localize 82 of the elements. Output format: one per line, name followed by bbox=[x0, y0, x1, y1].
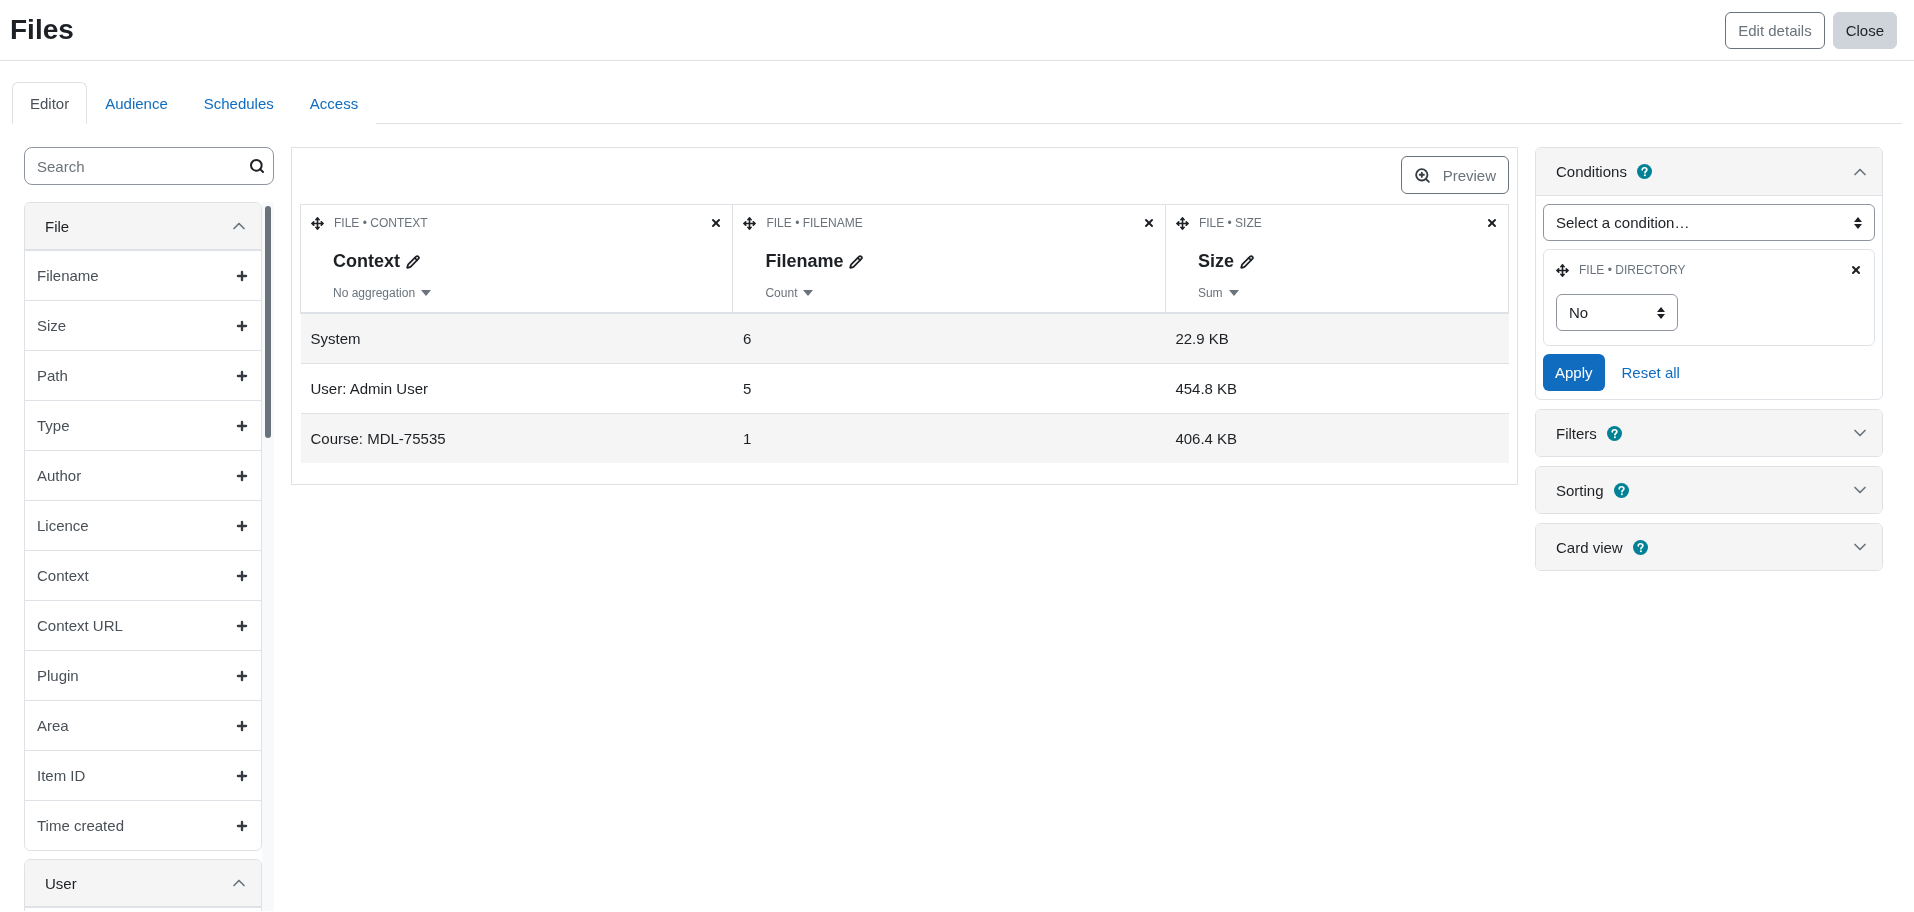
scrollbar-thumb[interactable] bbox=[265, 206, 271, 438]
table-cell: 406.4 KB bbox=[1165, 413, 1509, 463]
close-icon[interactable] bbox=[1486, 217, 1498, 229]
select-arrows-icon bbox=[1854, 216, 1862, 229]
tab[interactable]: Editor bbox=[12, 82, 88, 124]
field-item[interactable]: Context URL bbox=[25, 600, 261, 650]
condition-source: FILE • DIRECTORY bbox=[1579, 263, 1686, 277]
group-header[interactable]: User bbox=[25, 860, 261, 907]
table-cell: 1 bbox=[732, 413, 1166, 463]
select-arrows-icon bbox=[1657, 306, 1665, 319]
column-title: Filename bbox=[765, 251, 844, 272]
field-item[interactable]: Time created bbox=[25, 800, 261, 850]
plus-icon bbox=[235, 368, 249, 383]
help-icon[interactable] bbox=[1632, 539, 1648, 555]
section-header[interactable]: Conditions bbox=[1536, 148, 1882, 196]
reset-all-link[interactable]: Reset all bbox=[1621, 364, 1680, 381]
aggregation-dropdown[interactable]: Count bbox=[765, 286, 814, 300]
close-icon[interactable] bbox=[1850, 264, 1862, 276]
preview-button[interactable]: Preview bbox=[1400, 156, 1509, 194]
table-cell: System bbox=[300, 313, 733, 363]
zoom-in-icon bbox=[1413, 166, 1431, 184]
edit-details-button[interactable]: Edit details bbox=[1725, 11, 1825, 49]
move-icon[interactable] bbox=[311, 216, 324, 230]
table-cell: User: Admin User bbox=[300, 363, 733, 413]
help-icon[interactable] bbox=[1636, 164, 1652, 179]
aggregation-dropdown[interactable]: Sum bbox=[1197, 286, 1239, 300]
field-item[interactable]: Area bbox=[25, 700, 261, 750]
caret-icon bbox=[1228, 290, 1239, 296]
help-icon[interactable] bbox=[1606, 425, 1622, 441]
help-icon[interactable] bbox=[1613, 482, 1629, 498]
search-field[interactable]: Search bbox=[24, 147, 274, 185]
field-item[interactable]: Path bbox=[25, 350, 261, 400]
field-item[interactable]: Item ID bbox=[25, 750, 261, 800]
close-icon[interactable] bbox=[1142, 217, 1155, 229]
table-cell: 6 bbox=[732, 313, 1166, 363]
group-header[interactable]: File bbox=[25, 203, 261, 250]
section-header[interactable]: Sorting bbox=[1536, 467, 1882, 513]
section-header[interactable]: Card view bbox=[1536, 524, 1882, 570]
field-item[interactable]: Filename bbox=[25, 250, 261, 300]
column-title: Size bbox=[1197, 251, 1234, 272]
plus-icon bbox=[235, 668, 249, 683]
column-source: FILE • CONTEXT bbox=[334, 216, 428, 230]
plus-icon bbox=[235, 318, 249, 333]
plus-icon bbox=[235, 768, 249, 783]
pencil-icon[interactable] bbox=[849, 254, 864, 269]
close-icon[interactable] bbox=[710, 217, 723, 229]
caret-icon bbox=[421, 290, 432, 296]
field-item[interactable]: Context bbox=[25, 550, 261, 600]
move-icon[interactable] bbox=[1175, 216, 1189, 230]
plus-icon bbox=[235, 268, 249, 283]
pencil-icon[interactable] bbox=[406, 254, 420, 269]
search-icon bbox=[249, 158, 265, 174]
table-cell: Course: MDL-75535 bbox=[300, 413, 733, 463]
plus-icon bbox=[235, 468, 249, 483]
move-icon[interactable] bbox=[1556, 263, 1569, 277]
plus-icon bbox=[235, 818, 249, 833]
close-button[interactable]: Close bbox=[1832, 11, 1897, 49]
column-source: FILE • SIZE bbox=[1198, 216, 1262, 230]
field-item[interactable]: Author bbox=[25, 450, 261, 500]
caret-icon bbox=[803, 290, 814, 296]
column-source: FILE • FILENAME bbox=[766, 216, 863, 230]
pencil-icon[interactable] bbox=[1239, 254, 1254, 269]
page-title: Files bbox=[10, 14, 74, 46]
field-item[interactable]: Size bbox=[25, 300, 261, 350]
column-title: Context bbox=[333, 251, 400, 272]
apply-button[interactable]: Apply bbox=[1543, 354, 1605, 391]
field-item[interactable]: Licence bbox=[25, 500, 261, 550]
condition-select[interactable]: Select a condition… bbox=[1543, 204, 1875, 241]
table-cell: 454.8 KB bbox=[1165, 363, 1509, 413]
table-cell: 5 bbox=[732, 363, 1166, 413]
plus-icon bbox=[235, 718, 249, 733]
section-header[interactable]: Filters bbox=[1536, 410, 1882, 456]
field-item[interactable]: Type bbox=[25, 400, 261, 450]
plus-icon bbox=[235, 568, 249, 583]
table-cell: 22.9 KB bbox=[1165, 313, 1509, 363]
field-item[interactable]: Plugin bbox=[25, 650, 261, 700]
plus-icon bbox=[235, 618, 249, 633]
move-icon[interactable] bbox=[743, 216, 757, 230]
value-select[interactable]: No bbox=[1556, 294, 1678, 331]
aggregation-dropdown[interactable]: No aggregation bbox=[333, 286, 432, 300]
plus-icon bbox=[235, 518, 249, 533]
plus-icon bbox=[235, 418, 249, 433]
